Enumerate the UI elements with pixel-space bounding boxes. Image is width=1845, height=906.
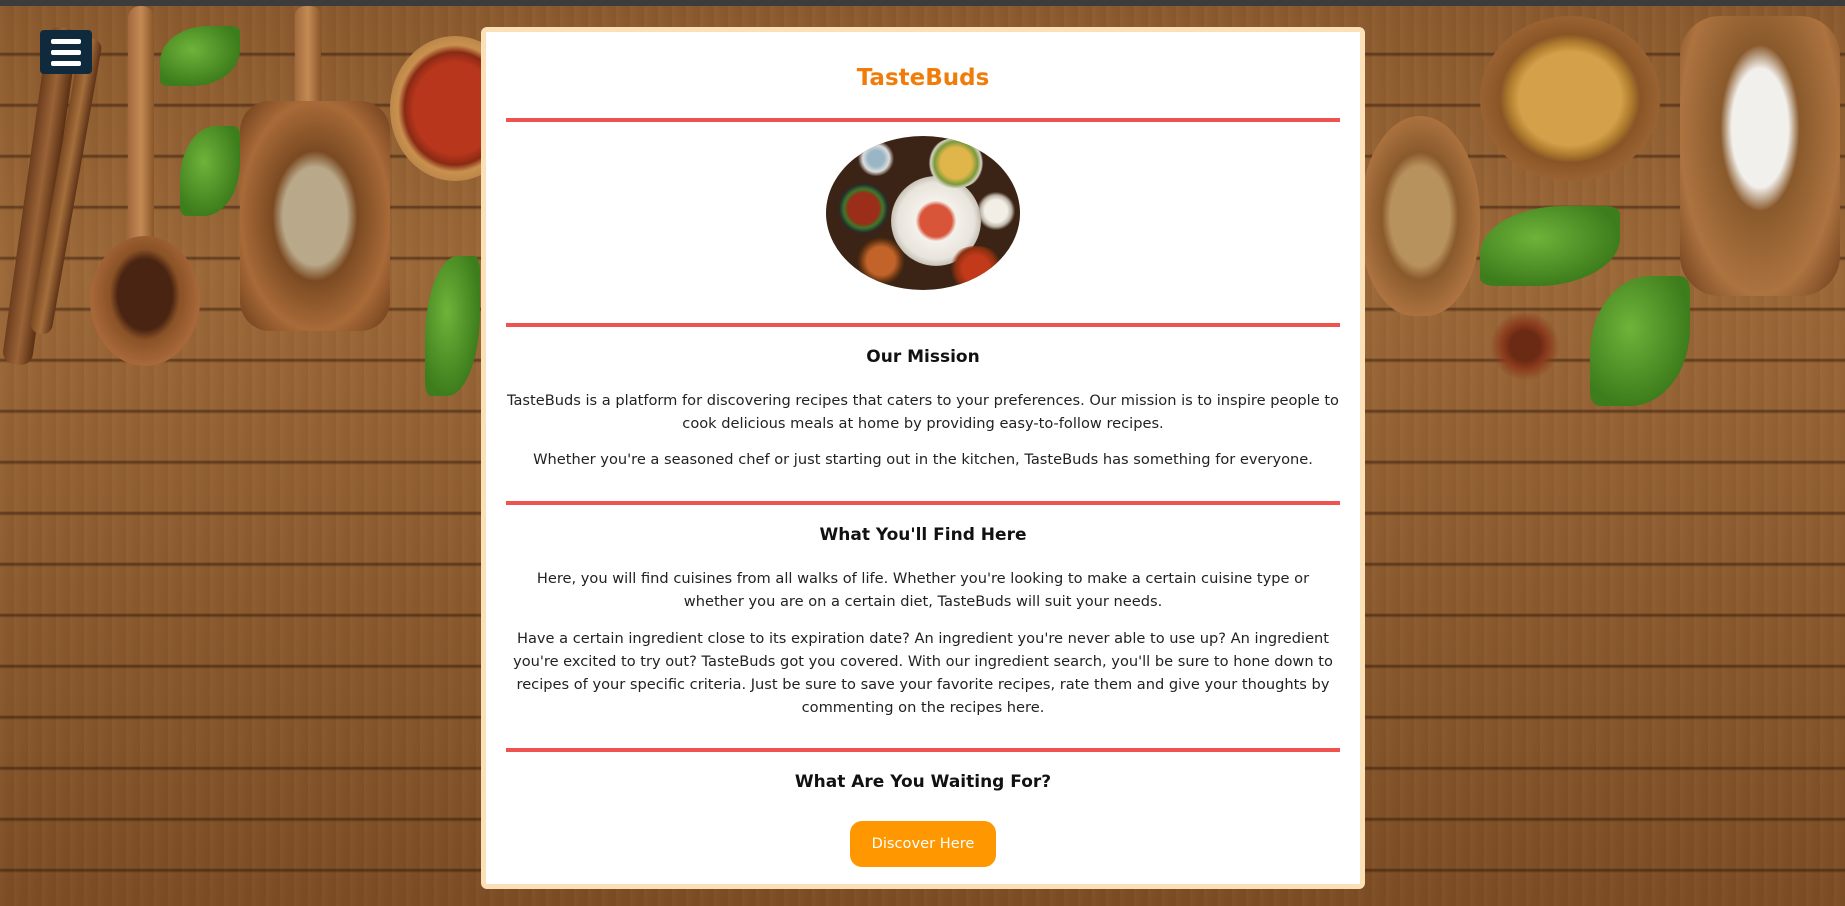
find-paragraph: Here, you will find cuisines from all wa… [536, 570, 1310, 610]
glass-top-left [856, 141, 896, 176]
spoon-with-coriander-decoration [1360, 116, 1480, 316]
mission-section: Our Mission TasteBuds is a platform for … [506, 346, 1340, 471]
scoop-with-rosemary-decoration [240, 101, 390, 331]
hero-food-image [826, 136, 1020, 290]
about-card: TasteBuds Our Mission TasteBuds is a pla… [481, 27, 1365, 889]
brand-title: TasteBuds [856, 65, 990, 91]
hamburger-menu-icon [51, 38, 81, 44]
divider [506, 323, 1340, 327]
bowl-left [836, 181, 891, 236]
find-paragraph: Have a certain ingredient close to its e… [513, 630, 1333, 716]
divider [506, 118, 1340, 122]
scoop-handle-decoration [295, 6, 321, 116]
cup-right [976, 191, 1016, 231]
divider [506, 501, 1340, 505]
mission-paragraph: TasteBuds is a platform for discovering … [506, 392, 1339, 432]
call-to-action-section: What Are You Waiting For? Discover Here [506, 771, 1340, 867]
star-anise-decoration [1490, 311, 1560, 381]
discover-here-button[interactable]: Discover Here [849, 821, 997, 867]
hamburger-menu-icon-bar [51, 60, 81, 66]
basil-leaf-decoration [1590, 276, 1690, 406]
divider [506, 748, 1340, 752]
find-section: What You'll Find Here Here, you will fin… [506, 524, 1340, 719]
bowl-bottom-left [856, 236, 906, 286]
spoon-with-cloves-decoration [90, 236, 200, 366]
parsley-leaf-decoration [180, 126, 240, 216]
hamburger-menu-icon-bar [51, 49, 81, 55]
hamburger-menu-button[interactable] [40, 30, 92, 74]
waiting-heading: What Are You Waiting For? [794, 772, 1052, 792]
bowl-with-ground-spice-decoration [1480, 16, 1660, 181]
bowl-bottom-right [946, 246, 1006, 290]
basil-leaf-decoration [1480, 206, 1620, 286]
scoop-with-salt-decoration [1680, 16, 1840, 296]
mission-heading: Our Mission [866, 347, 980, 367]
parsley-leaf-decoration [160, 26, 240, 86]
plate-top [926, 138, 986, 188]
mission-paragraph: Whether you're a seasoned chef or just s… [533, 451, 1313, 468]
find-heading: What You'll Find Here [819, 525, 1027, 545]
wooden-spoon-handle-decoration [128, 6, 154, 246]
basil-leaf-decoration [425, 256, 480, 396]
